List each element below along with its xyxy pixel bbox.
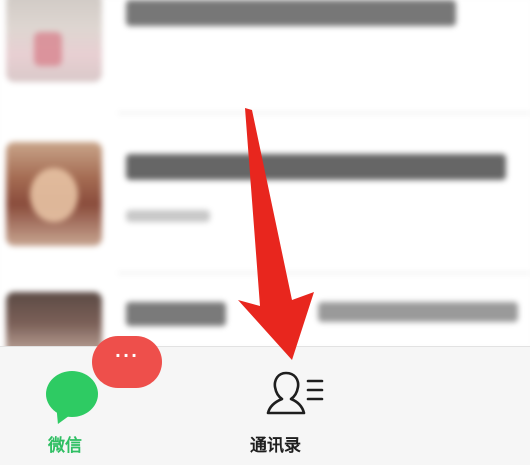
- chat-title-blurred: [126, 302, 226, 326]
- chat-bubble-icon: [46, 371, 98, 417]
- chat-list: [0, 0, 530, 362]
- divider: [118, 272, 530, 274]
- chat-time-blurred: [126, 210, 210, 222]
- chat-title-blurred: [126, 0, 456, 26]
- avatar: [6, 142, 102, 246]
- contacts-icon: [266, 371, 324, 415]
- tab-contacts[interactable]: 通讯录: [236, 347, 356, 465]
- avatar: [6, 0, 102, 82]
- unread-badge: ···: [92, 336, 162, 388]
- divider: [118, 112, 530, 114]
- tab-label: 微信: [48, 436, 82, 456]
- bottom-tab-bar: 微信 通讯录: [0, 346, 530, 465]
- chat-list-item[interactable]: [0, 284, 530, 362]
- chat-list-item[interactable]: [0, 0, 530, 90]
- chat-title-blurred: [126, 154, 506, 180]
- chat-list-item[interactable]: [0, 128, 530, 258]
- tab-label: 通讯录: [250, 436, 301, 456]
- chat-preview-blurred: [318, 302, 518, 322]
